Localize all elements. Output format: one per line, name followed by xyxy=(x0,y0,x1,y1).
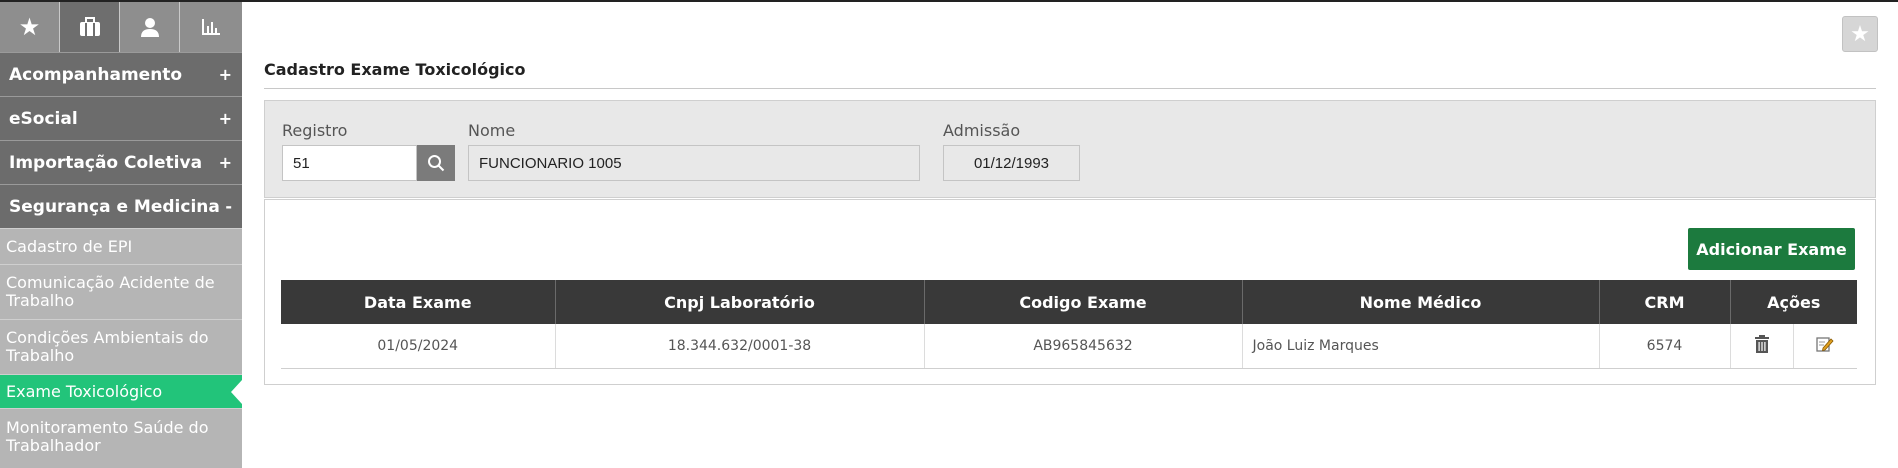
col-acoes: Ações xyxy=(1730,280,1857,324)
nome-field: FUNCIONARIO 1005 xyxy=(468,145,920,181)
col-cnpj-laboratorio[interactable]: Cnpj Laboratório xyxy=(555,280,925,324)
bar-chart-icon xyxy=(202,19,220,35)
sidebar-item-monitoramento-saude[interactable]: Monitoramento Saúde do Trabalhador xyxy=(0,408,242,464)
col-nome-medico[interactable]: Nome Médico xyxy=(1242,280,1600,324)
admissao-field: 01/12/1993 xyxy=(943,145,1080,181)
nome-value: FUNCIONARIO 1005 xyxy=(479,154,622,172)
menu-section-seguranca-medicina[interactable]: Segurança e Medicina - xyxy=(0,184,242,228)
add-exam-button[interactable]: Adicionar Exame xyxy=(1688,228,1855,270)
cell-data-exame: 01/05/2024 xyxy=(281,324,556,369)
star-icon: ★ xyxy=(1850,21,1870,47)
expand-icon: + xyxy=(218,153,232,172)
edit-action[interactable] xyxy=(1793,324,1857,369)
sidebar-tabs: ★ xyxy=(0,2,242,52)
col-crm[interactable]: CRM xyxy=(1599,280,1731,324)
menu-section-label: Acompanhamento xyxy=(9,64,183,85)
favorite-button[interactable]: ★ xyxy=(1842,16,1878,52)
menu-section-importacao-coletiva[interactable]: Importação Coletiva + xyxy=(0,140,242,184)
col-data-exame[interactable]: Data Exame xyxy=(281,280,556,324)
user-icon xyxy=(140,18,159,37)
search-button[interactable] xyxy=(417,145,455,181)
tab-user[interactable] xyxy=(120,2,180,52)
employee-form-panel: Registro 51 Nome FUNCIONARIO 1005 Admiss… xyxy=(264,100,1876,198)
col-codigo-exame[interactable]: Codigo Exame xyxy=(924,280,1243,324)
collapse-icon: - xyxy=(225,197,232,216)
delete-action[interactable] xyxy=(1730,324,1794,369)
registro-input[interactable]: 51 xyxy=(282,145,417,181)
admissao-label: Admissão xyxy=(943,121,1021,140)
table-header-row: Data Exame Cnpj Laboratório Codigo Exame… xyxy=(281,280,1857,324)
edit-icon xyxy=(1816,337,1834,352)
tab-reports[interactable] xyxy=(180,2,242,52)
sidebar-item-label: Exame Toxicológico xyxy=(6,381,163,401)
sidebar-item-label: Monitoramento Saúde do Trabalhador xyxy=(6,417,209,455)
exams-table: Data Exame Cnpj Laboratório Codigo Exame… xyxy=(281,280,1857,369)
page-title: Cadastro Exame Toxicológico xyxy=(264,60,526,79)
table-row: 01/05/2024 18.344.632/0001-38 AB96584563… xyxy=(281,324,1857,369)
sidebar-item-cadastro-epi[interactable]: Cadastro de EPI xyxy=(0,228,242,264)
registro-value: 51 xyxy=(293,154,310,172)
menu-section-label: Segurança e Medicina xyxy=(9,196,220,217)
menu-section-acompanhamento[interactable]: Acompanhamento + xyxy=(0,52,242,96)
cell-crm: 6574 xyxy=(1599,324,1731,369)
briefcase-icon xyxy=(79,17,100,36)
trash-icon xyxy=(1754,335,1769,353)
sidebar-item-label: Comunicação Acidente de Trabalho xyxy=(6,273,215,310)
sidebar: ★ Acompanhamento + eSocial + Importação … xyxy=(0,2,242,468)
menu-section-label: eSocial xyxy=(9,108,78,129)
expand-icon: + xyxy=(218,109,232,128)
admissao-value: 01/12/1993 xyxy=(973,154,1050,172)
menu-section-label: Importação Coletiva xyxy=(9,152,203,173)
sidebar-item-comunicacao-acidente[interactable]: Comunicação Acidente de Trabalho xyxy=(0,264,242,319)
tab-registers[interactable] xyxy=(60,2,120,52)
tab-favorites[interactable]: ★ xyxy=(0,2,60,52)
expand-icon: + xyxy=(218,65,232,84)
cell-medico: João Luiz Marques xyxy=(1242,324,1600,369)
search-icon xyxy=(428,155,445,172)
cell-cnpj: 18.344.632/0001-38 xyxy=(555,324,925,369)
sidebar-item-label: Cadastro de EPI xyxy=(6,236,133,256)
star-icon: ★ xyxy=(18,13,41,41)
title-divider xyxy=(264,88,1876,89)
nome-label: Nome xyxy=(468,121,516,140)
registro-label: Registro xyxy=(282,121,348,140)
sidebar-item-condicoes-ambientais[interactable]: Condições Ambientais do Trabalho xyxy=(0,319,242,374)
cell-codigo: AB965845632 xyxy=(924,324,1243,369)
menu-section-esocial[interactable]: eSocial + xyxy=(0,96,242,140)
sidebar-item-exame-toxicologico[interactable]: Exame Toxicológico xyxy=(0,374,242,408)
sidebar-item-label: Condições Ambientais do Trabalho xyxy=(6,328,209,365)
